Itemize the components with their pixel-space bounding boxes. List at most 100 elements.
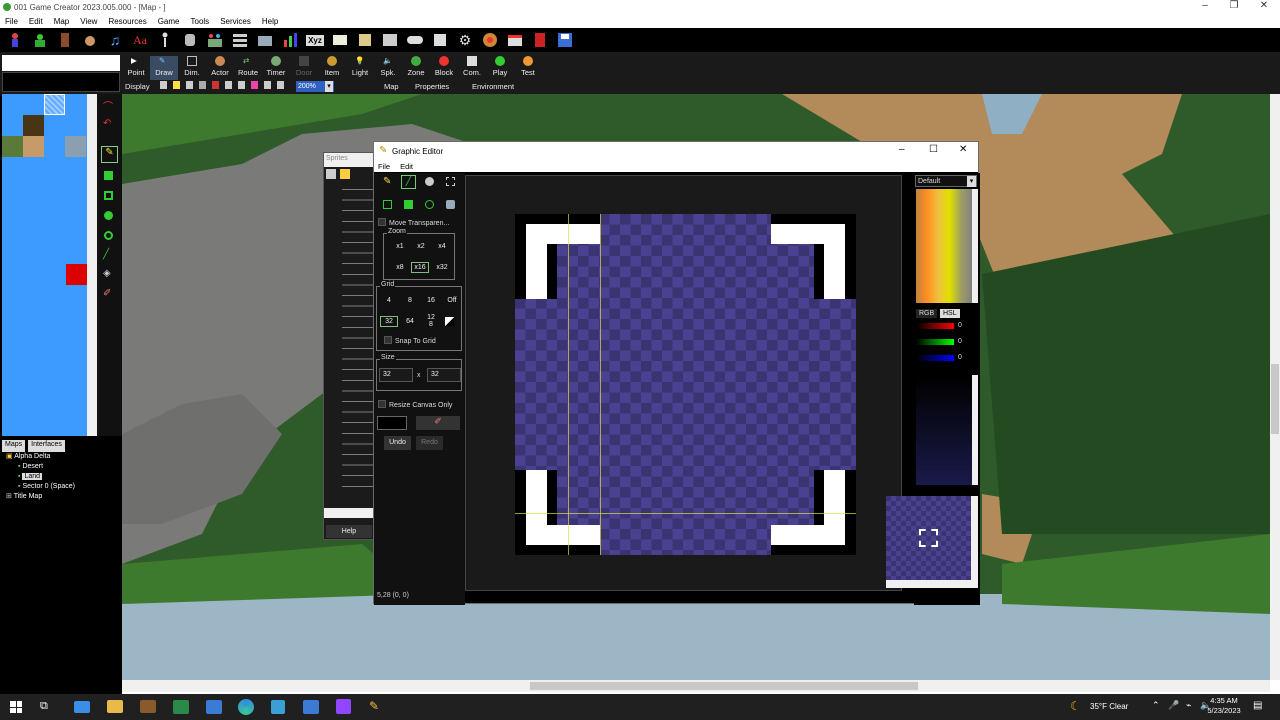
select-tool-icon[interactable] <box>446 177 455 186</box>
display-toggles[interactable] <box>160 81 292 91</box>
grid-64[interactable]: 64 <box>401 318 419 325</box>
panel-icon[interactable] <box>379 30 401 50</box>
clock-date[interactable]: 5/23/2023 <box>1204 706 1244 715</box>
fill-circle-tool-icon[interactable] <box>104 211 113 220</box>
clock-time[interactable]: 4:35 AM <box>1208 696 1240 705</box>
circle-tool-icon[interactable] <box>104 231 113 240</box>
maximize-icon[interactable]: ❐ <box>1219 0 1249 15</box>
user-group-icon[interactable] <box>29 30 51 50</box>
zoom-x4[interactable]: x4 <box>433 243 451 250</box>
music-icon[interactable]: ♫ <box>104 30 126 50</box>
compass-icon[interactable] <box>479 30 501 50</box>
speaker-button[interactable]: 🔈 Spk. <box>374 56 402 80</box>
zoom-x8[interactable]: x8 <box>391 264 409 271</box>
sprites-scrollbar[interactable] <box>324 508 374 518</box>
font-icon[interactable]: Aa <box>129 30 151 50</box>
task-view-icon[interactable]: ⧉ <box>40 700 48 713</box>
menu-help[interactable]: Help <box>262 17 278 26</box>
folder-icon[interactable] <box>340 169 350 179</box>
close-icon[interactable]: ✕ <box>959 144 967 155</box>
zoom-x16[interactable]: x16 <box>411 262 429 273</box>
map-horizontal-scrollbar[interactable] <box>122 680 1270 692</box>
notepad-icon[interactable] <box>271 700 285 714</box>
tree-item[interactable]: ▪ Sector 0 (Space) <box>0 482 122 492</box>
people-icon[interactable] <box>204 30 226 50</box>
window-icon[interactable] <box>303 700 319 714</box>
bucket-tool-icon[interactable] <box>446 200 455 209</box>
actor-button[interactable]: Actor <box>206 56 234 80</box>
app-icon[interactable] <box>140 700 156 713</box>
party-icon[interactable] <box>254 30 276 50</box>
point-button[interactable]: ▶ Point <box>122 56 150 80</box>
weather-text[interactable]: 35°F Clear <box>1090 702 1128 711</box>
line-tool-icon[interactable]: ╱ <box>103 249 109 260</box>
tree-item[interactable]: ⊞ Title Map <box>0 492 122 502</box>
tab-rgb[interactable]: RGB <box>916 309 938 318</box>
palette-scrollbar[interactable] <box>972 189 978 303</box>
tab-environment[interactable]: Environment <box>472 82 514 91</box>
settings-doc-icon[interactable] <box>429 30 451 50</box>
block-button[interactable]: Block <box>430 56 458 80</box>
green-slider[interactable] <box>916 339 954 345</box>
eraser-button[interactable]: ✐ <box>416 416 460 430</box>
fill-rect-tool-icon[interactable] <box>104 171 113 180</box>
red-value[interactable]: 0 <box>958 322 962 329</box>
network-icon[interactable]: ⌁ <box>1186 700 1191 711</box>
tab-map[interactable]: Map <box>384 82 399 91</box>
light-button[interactable]: 💡 Light <box>346 56 374 80</box>
layer-selector[interactable] <box>2 72 120 92</box>
new-sprite-icon[interactable] <box>326 169 336 179</box>
bag-icon[interactable] <box>79 30 101 50</box>
item-button[interactable]: Item <box>318 56 346 80</box>
primary-color-swatch[interactable] <box>377 416 407 430</box>
sprites-list[interactable] <box>342 189 374 495</box>
door-button[interactable]: Door <box>290 56 318 80</box>
maximize-icon[interactable]: ☐ <box>929 144 938 155</box>
menu-file[interactable]: File <box>5 17 18 26</box>
fill-rect-tool-icon[interactable] <box>404 200 413 209</box>
pencil-tool-icon[interactable]: ✎ <box>383 176 391 187</box>
grid-8[interactable]: 8 <box>401 297 419 304</box>
export-icon[interactable] <box>529 30 551 50</box>
preview-scrollbar[interactable] <box>972 375 978 485</box>
pencil-tool-icon[interactable]: ✎ <box>101 146 118 163</box>
save-icon[interactable] <box>554 30 576 50</box>
eraser-tool-icon[interactable]: ✐ <box>103 288 111 299</box>
color-palette[interactable] <box>916 189 972 303</box>
database-icon[interactable] <box>179 30 201 50</box>
menu-edit[interactable]: Edit <box>29 17 43 26</box>
minimize-icon[interactable]: – <box>1190 0 1220 15</box>
tab-hsl[interactable]: HSL <box>940 309 960 318</box>
chevron-up-icon[interactable]: ⌃ <box>1152 700 1160 711</box>
tree-item[interactable]: ▣ Alpha Delta <box>0 452 122 462</box>
list-icon[interactable] <box>229 30 251 50</box>
character-icon[interactable] <box>4 30 26 50</box>
tileset-palette[interactable] <box>2 94 87 436</box>
pencil-icon[interactable]: ✎ <box>369 699 379 713</box>
drawing-area[interactable] <box>465 175 902 591</box>
layer-thumbnails[interactable] <box>2 55 120 71</box>
sprite-canvas[interactable] <box>515 214 856 555</box>
tab-properties[interactable]: Properties <box>415 82 449 91</box>
zoom-select[interactable]: 200% ▾ <box>296 81 334 92</box>
menu-tools[interactable]: Tools <box>191 17 210 26</box>
tree-item[interactable]: ▪ Desert <box>0 462 122 472</box>
twitch-icon[interactable] <box>336 699 351 714</box>
draw-button[interactable]: ✎ Draw <box>150 56 178 80</box>
minimize-icon[interactable]: – <box>899 144 905 155</box>
palette-select[interactable]: Default ▾ <box>915 175 977 187</box>
grid-color-icon[interactable] <box>445 317 454 326</box>
snap-to-grid-checkbox[interactable]: Snap To Grid <box>384 336 436 345</box>
edge-icon[interactable] <box>238 699 254 715</box>
door-icon[interactable] <box>54 30 76 50</box>
line-tool-icon[interactable]: ╱ <box>401 175 416 189</box>
ge-menu-edit[interactable]: Edit <box>400 162 413 171</box>
grid-16[interactable]: 16 <box>422 297 440 304</box>
menu-game[interactable]: Game <box>158 17 180 26</box>
play-button[interactable]: Play <box>486 56 514 80</box>
gamepad-icon[interactable] <box>404 30 426 50</box>
curve-tool-icon[interactable]: ⌒ <box>103 98 113 113</box>
sprite-preview-vscroll[interactable] <box>971 496 978 580</box>
help-button[interactable]: Help <box>326 525 372 538</box>
grid-4[interactable]: 4 <box>380 297 398 304</box>
